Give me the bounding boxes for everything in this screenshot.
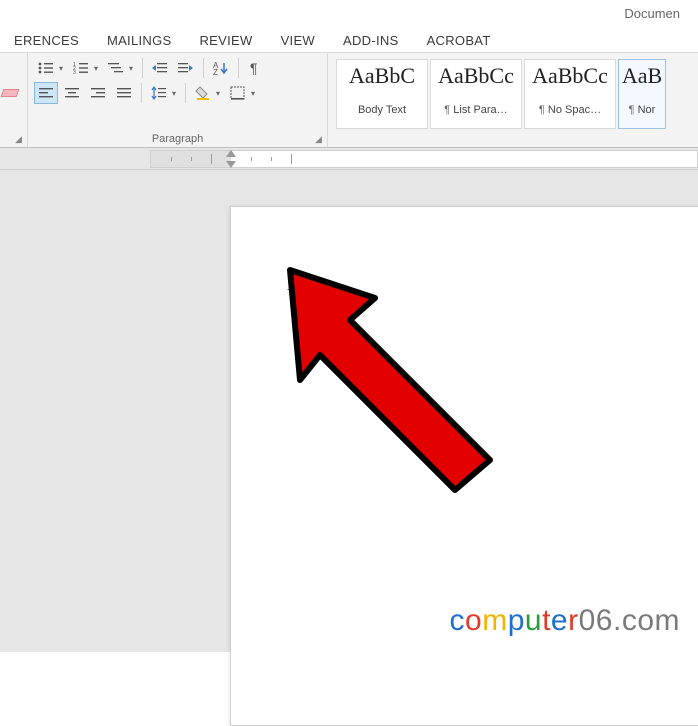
title-bar: Documen (0, 0, 698, 28)
align-right-button[interactable] (86, 82, 110, 104)
style-name: Body Text (337, 104, 427, 116)
line-spacing-button[interactable] (147, 82, 171, 104)
style-no-spacing[interactable]: AaBbCc No Spac… (524, 59, 616, 129)
borders-button[interactable] (226, 82, 250, 104)
align-center-button[interactable] (60, 82, 84, 104)
tab-view[interactable]: VIEW (267, 29, 329, 52)
line-spacing-dropdown[interactable]: ▾ (172, 89, 180, 98)
bullets-dropdown[interactable]: ▾ (59, 64, 67, 73)
multilevel-list-button[interactable] (104, 57, 128, 79)
style-normal[interactable]: AaB Nor (618, 59, 666, 129)
group-styles: AaBbC Body Text AaBbCc List Para… AaBbCc… (328, 53, 698, 147)
watermark-text: computer06.com (450, 604, 680, 638)
style-body-text[interactable]: AaBbC Body Text (336, 59, 428, 129)
shading-button[interactable] (191, 82, 215, 104)
numbering-button[interactable]: 123 (69, 57, 93, 79)
document-page[interactable]: √ (230, 206, 698, 726)
separator (141, 83, 142, 103)
paragraph-launcher-icon[interactable]: ◢ (313, 134, 324, 145)
group-paragraph: ▾ 123 ▾ ▾ AZ ¶ (28, 53, 328, 147)
style-sample: AaBbCc (431, 64, 521, 102)
justify-button[interactable] (112, 82, 136, 104)
tab-addins[interactable]: ADD-INS (329, 29, 413, 52)
style-name: Nor (619, 104, 665, 116)
sort-button[interactable]: AZ (209, 57, 233, 79)
ruler-area (0, 148, 698, 170)
tab-review[interactable]: REVIEW (185, 29, 266, 52)
workspace: √ (0, 170, 698, 652)
tab-mailings[interactable]: MAILINGS (93, 29, 186, 52)
ribbon-tabs: ERENCES MAILINGS REVIEW VIEW ADD-INS ACR… (0, 28, 698, 52)
show-hide-pilcrow-button[interactable]: ¶ (244, 57, 268, 79)
style-list-paragraph[interactable]: AaBbCc List Para… (430, 59, 522, 129)
document-title: Documen (624, 6, 680, 21)
svg-text:¶: ¶ (250, 61, 258, 75)
shading-dropdown[interactable]: ▾ (216, 89, 224, 98)
group-clipboard: ◢ (0, 53, 28, 147)
ruler-ticks (151, 151, 697, 167)
separator (185, 83, 186, 103)
inserted-square-root-symbol: √ (287, 281, 298, 304)
increase-indent-button[interactable] (174, 57, 198, 79)
style-sample: AaBbC (337, 64, 427, 102)
separator (203, 58, 204, 78)
ribbon: ◢ ▾ 123 ▾ ▾ AZ ¶ (0, 52, 698, 148)
format-painter-button[interactable] (2, 89, 22, 109)
style-sample: AaBbCc (525, 64, 615, 102)
decrease-indent-button[interactable] (148, 57, 172, 79)
multilevel-dropdown[interactable]: ▾ (129, 64, 137, 73)
paragraph-group-label: Paragraph (28, 133, 327, 145)
style-sample: AaB (619, 64, 665, 102)
svg-text:Z: Z (213, 68, 218, 75)
numbering-dropdown[interactable]: ▾ (94, 64, 102, 73)
tab-references[interactable]: ERENCES (0, 29, 93, 52)
horizontal-ruler[interactable] (150, 150, 698, 168)
separator (142, 58, 143, 78)
style-name: List Para… (431, 104, 521, 116)
bullets-button[interactable] (34, 57, 58, 79)
separator (238, 58, 239, 78)
svg-text:3: 3 (73, 70, 76, 75)
tab-acrobat[interactable]: ACROBAT (413, 29, 505, 52)
style-name: No Spac… (525, 104, 615, 116)
clipboard-launcher-icon[interactable]: ◢ (13, 134, 24, 145)
borders-dropdown[interactable]: ▾ (251, 89, 259, 98)
align-left-button[interactable] (34, 82, 58, 104)
